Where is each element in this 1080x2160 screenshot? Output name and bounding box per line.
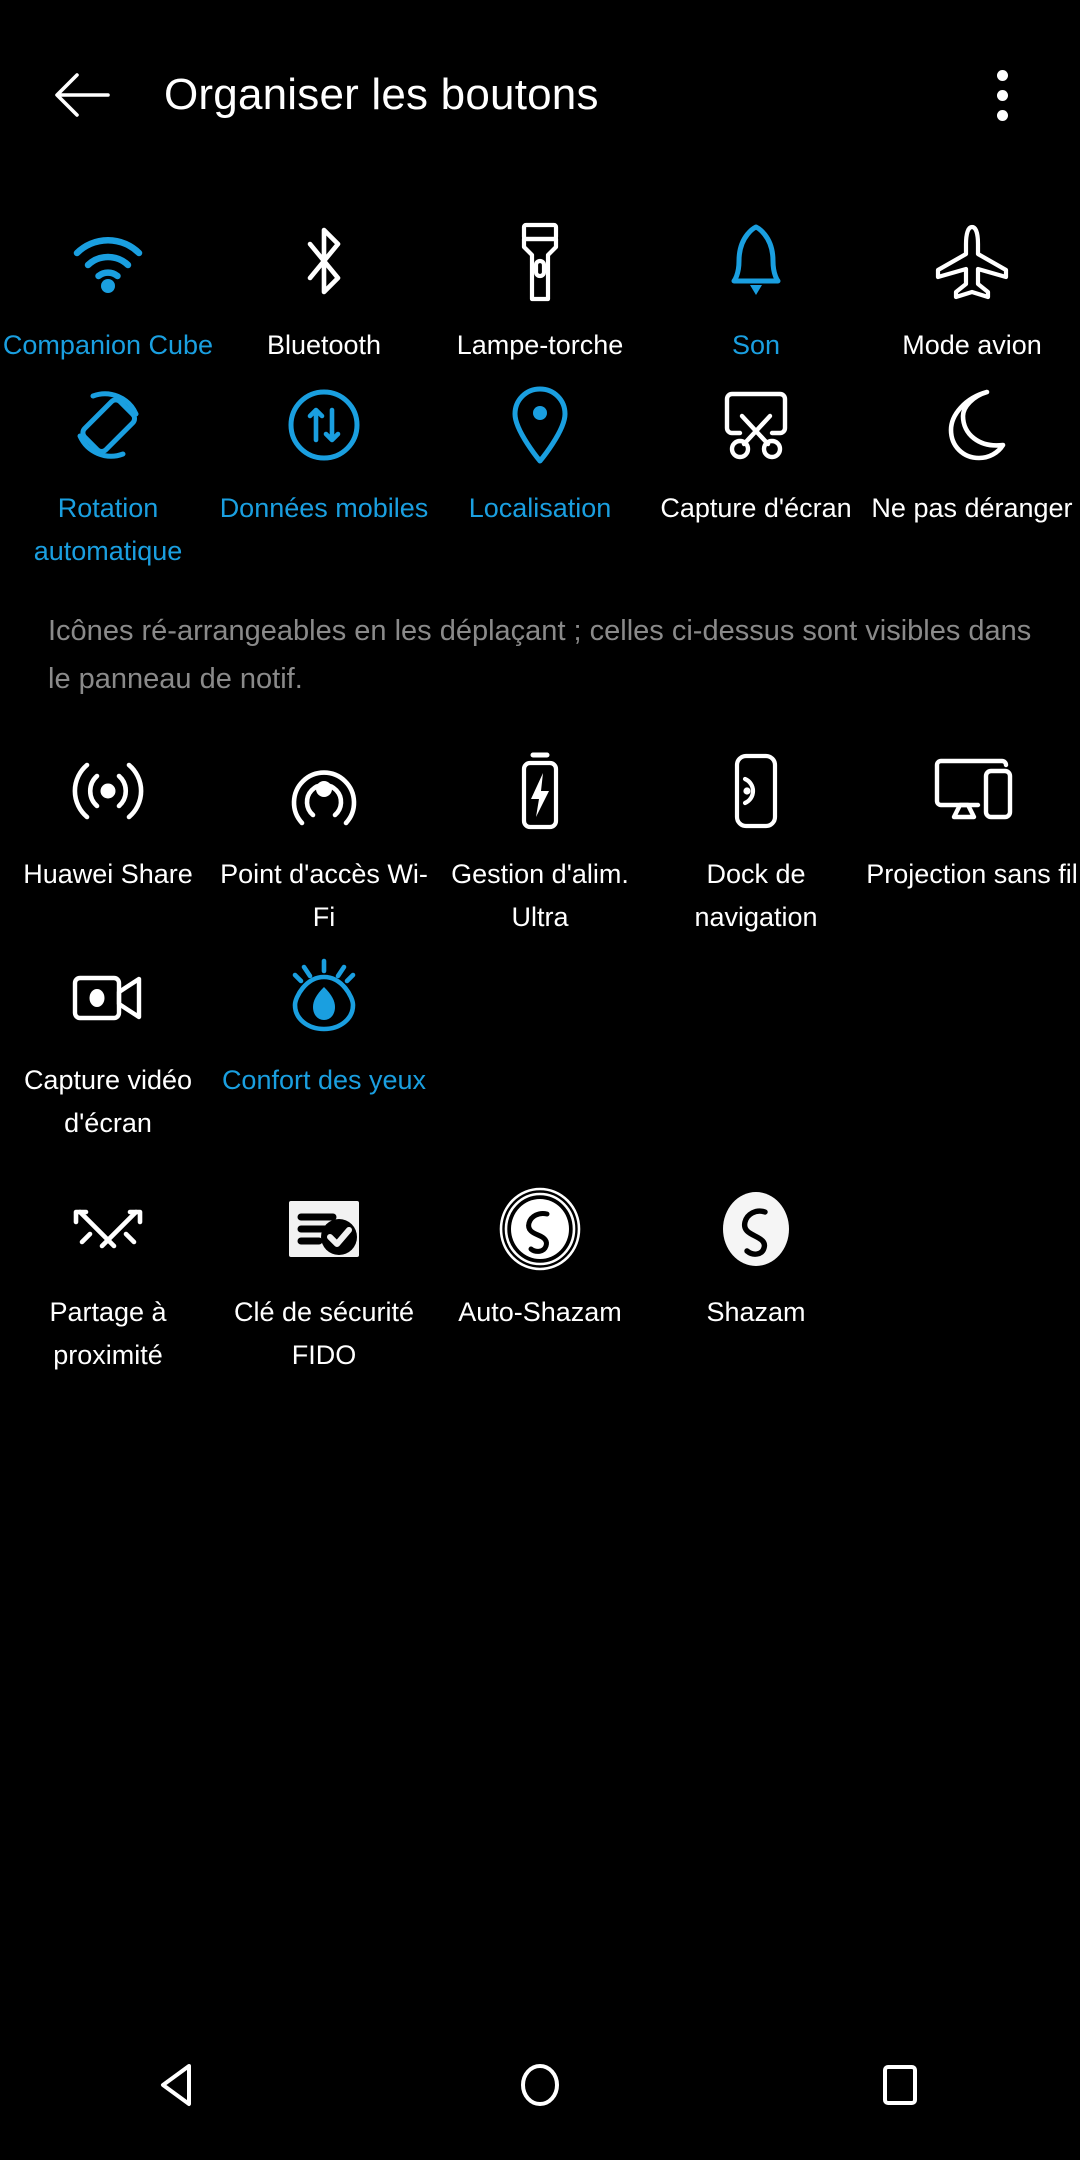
tile-label: Point d'accès Wi-Fi — [220, 859, 428, 932]
tile-label: Huawei Share — [23, 859, 193, 889]
battery-bolt-icon — [492, 743, 588, 839]
tile-airplane-mode[interactable]: Mode avion — [864, 204, 1080, 367]
tile-label: Partage à proximité — [49, 1297, 167, 1370]
tile-flashlight[interactable]: Lampe-torche — [432, 204, 648, 367]
auto-rotate-icon — [60, 377, 156, 473]
auto-shazam-icon — [492, 1181, 588, 1277]
tile-label: Auto-Shazam — [458, 1297, 622, 1327]
shazam-icon — [708, 1181, 804, 1277]
location-pin-icon — [492, 377, 588, 473]
nav-recents-button[interactable] — [820, 2025, 980, 2145]
flashlight-icon — [492, 214, 588, 310]
tile-sound[interactable]: Son — [648, 204, 864, 367]
tile-label: Companion Cube — [2, 330, 214, 360]
system-navigation-bar — [0, 2010, 1080, 2160]
tile-label: Ne pas déranger — [871, 493, 1073, 523]
tile-label: Capture d'écran — [660, 493, 852, 523]
available-tiles-grid: Huawei Share Point d'accès Wi-Fi Gestion… — [0, 733, 1080, 1145]
extra-tiles-grid: Partage à proximité Clé de sécurité FIDO — [0, 1171, 1080, 1377]
tile-label: Données mobiles — [219, 493, 429, 523]
tile-label: Son — [731, 330, 781, 360]
page-title: Organiser les boutons — [164, 70, 599, 119]
nav-dock-icon — [708, 743, 804, 839]
overflow-menu-icon — [996, 69, 1008, 81]
nav-back-button[interactable] — [100, 2025, 260, 2145]
tile-label: Projection sans fil — [866, 859, 1078, 889]
huawei-share-icon — [60, 743, 156, 839]
wifi-icon — [60, 214, 156, 310]
mobile-data-icon — [276, 377, 372, 473]
moon-icon — [924, 377, 1020, 473]
tile-label: Bluetooth — [266, 330, 382, 360]
nav-recents-square-icon — [883, 2065, 917, 2105]
tile-auto-shazam[interactable]: Auto-Shazam — [432, 1171, 648, 1377]
active-tiles-grid: Companion Cube Bluetooth Lampe-torche So… — [0, 204, 1080, 573]
eye-comfort-icon — [276, 949, 372, 1045]
tile-auto-rotate[interactable]: Rotation automatique — [0, 367, 216, 573]
tile-wireless-projection[interactable]: Projection sans fil — [864, 733, 1080, 939]
tile-label: Shazam — [706, 1297, 806, 1327]
screen-recorder-icon — [60, 949, 156, 1045]
nav-home-circle-icon — [521, 2064, 559, 2106]
tile-do-not-disturb[interactable]: Ne pas déranger — [864, 367, 1080, 573]
tile-wifi-hotspot[interactable]: Point d'accès Wi-Fi — [216, 733, 432, 939]
tile-bluetooth[interactable]: Bluetooth — [216, 204, 432, 367]
tile-screenshot[interactable]: Capture d'écran — [648, 367, 864, 573]
tile-label: Clé de sécurité FIDO — [233, 1297, 415, 1370]
wireless-projection-icon — [924, 743, 1020, 839]
fido-security-key-icon — [276, 1181, 372, 1277]
rearrange-hint-text: Icônes ré-arrangeables en les déplaçant … — [48, 615, 1032, 695]
tile-companion-cube[interactable]: Companion Cube — [0, 204, 216, 367]
bell-icon — [708, 214, 804, 310]
tile-fido-security-key[interactable]: Clé de sécurité FIDO — [216, 1171, 432, 1377]
tile-label: Gestion d'alim. Ultra — [451, 859, 629, 932]
arrow-left-icon — [55, 73, 110, 117]
tile-navigation-dock[interactable]: Dock de navigation — [648, 733, 864, 939]
tile-label: Mode avion — [902, 330, 1042, 360]
tile-screen-recorder[interactable]: Capture vidéo d'écran — [0, 939, 216, 1145]
nearby-share-icon — [60, 1181, 156, 1277]
tile-label: Localisation — [468, 493, 612, 523]
tile-huawei-share[interactable]: Huawei Share — [0, 733, 216, 939]
app-bar: Organiser les boutons — [0, 0, 1080, 190]
nav-home-button[interactable] — [460, 2025, 620, 2145]
back-button[interactable] — [44, 57, 120, 133]
tile-label: Rotation automatique — [33, 493, 183, 566]
overflow-menu-icon — [996, 109, 1008, 121]
hotspot-icon — [276, 743, 372, 839]
tile-label: Confort des yeux — [221, 1065, 427, 1095]
overflow-menu-button[interactable] — [964, 57, 1040, 133]
screenshot-scissors-icon — [708, 377, 804, 473]
overflow-menu-icon — [996, 89, 1008, 101]
nav-back-triangle-icon — [161, 2064, 191, 2106]
bluetooth-icon — [276, 214, 372, 310]
tile-label: Lampe-torche — [456, 330, 624, 360]
tile-ultra-power-saving[interactable]: Gestion d'alim. Ultra — [432, 733, 648, 939]
tile-nearby-share[interactable]: Partage à proximité — [0, 1171, 216, 1377]
tile-mobile-data[interactable]: Données mobiles — [216, 367, 432, 573]
tile-location[interactable]: Localisation — [432, 367, 648, 573]
tile-shazam[interactable]: Shazam — [648, 1171, 864, 1377]
tile-label: Capture vidéo d'écran — [23, 1065, 193, 1138]
tile-label: Dock de navigation — [694, 859, 818, 932]
tile-eye-comfort[interactable]: Confort des yeux — [216, 939, 432, 1145]
airplane-icon — [924, 214, 1020, 310]
